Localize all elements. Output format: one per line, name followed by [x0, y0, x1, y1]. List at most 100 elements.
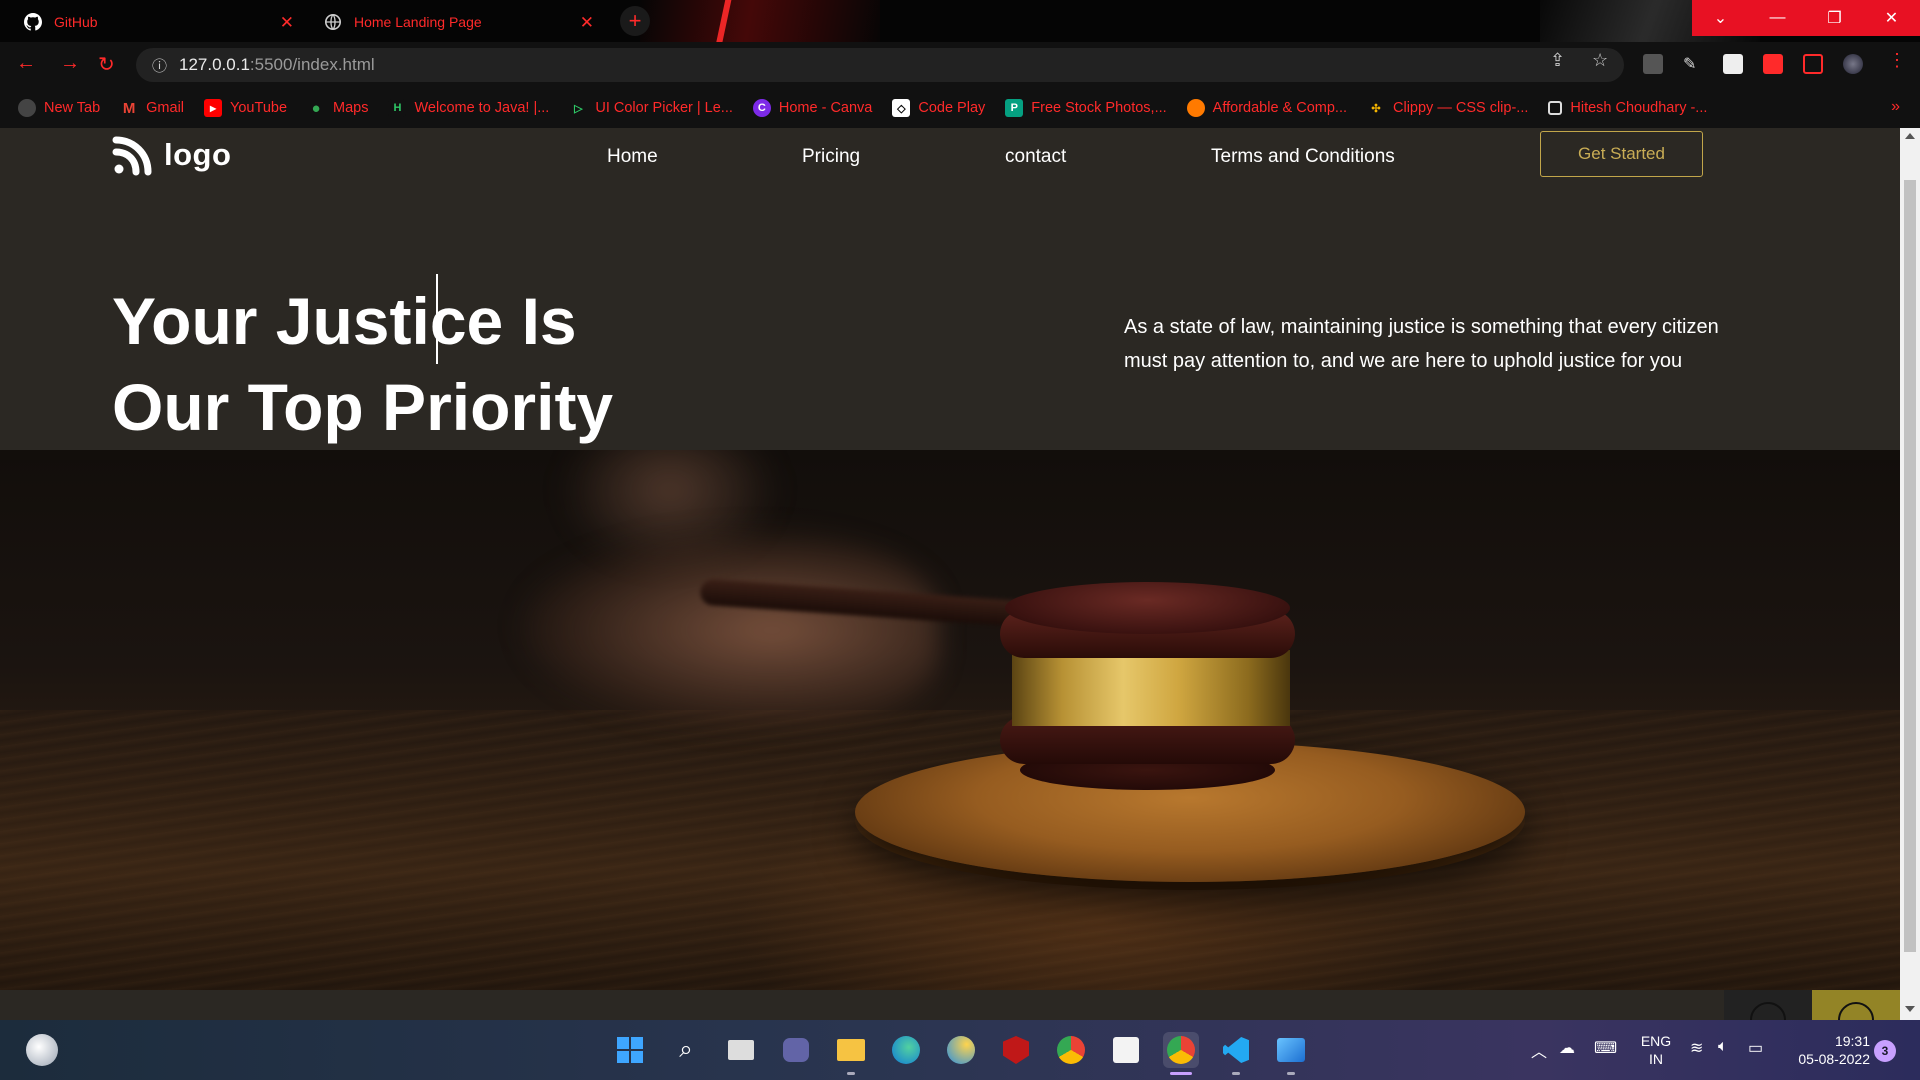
- rss-logo-icon: [112, 136, 152, 176]
- forward-icon[interactable]: →: [60, 52, 80, 75]
- nav-link-contact[interactable]: contact: [1005, 146, 1066, 168]
- chrome-active-icon[interactable]: [1163, 1032, 1199, 1068]
- chevron-up-icon[interactable]: ︿: [1531, 1038, 1547, 1062]
- minimize-button[interactable]: —: [1749, 0, 1806, 36]
- address-bar[interactable]: ⓘ 127.0.0.1:5500/index.html: [136, 48, 1624, 82]
- nav-link-terms[interactable]: Terms and Conditions: [1211, 146, 1395, 168]
- color-picker-icon: ▷: [574, 102, 583, 115]
- restore-icon: ❐: [1827, 10, 1842, 27]
- gavel-brass-band: [1012, 650, 1290, 726]
- notification-badge[interactable]: 3: [1874, 1040, 1896, 1062]
- nav-link-home[interactable]: Home: [607, 146, 658, 168]
- bookmark-label: Maps: [333, 100, 369, 116]
- clock-time: 19:31: [1834, 1033, 1870, 1049]
- hero-title: Your Justice Is Our Top Priority: [112, 278, 812, 450]
- nav-link-pricing[interactable]: Pricing: [802, 146, 860, 168]
- bookmark-clippy[interactable]: ✣ Clippy — CSS clip-...: [1367, 99, 1528, 117]
- hackerrank-icon: H: [388, 99, 407, 117]
- edge-icon[interactable]: [888, 1032, 924, 1068]
- bookmark-canva[interactable]: C Home - Canva: [752, 99, 872, 117]
- vscode-icon[interactable]: [1218, 1032, 1254, 1068]
- plus-icon: +: [628, 8, 642, 33]
- eyedropper-icon[interactable]: ✎: [1683, 54, 1703, 74]
- bookmark-label: Welcome to Java! |...: [414, 100, 550, 116]
- photos-icon[interactable]: [1273, 1032, 1309, 1068]
- page-scrollbar[interactable]: [1900, 128, 1920, 1020]
- reload-icon[interactable]: ↻: [98, 52, 115, 77]
- start-button[interactable]: [612, 1032, 648, 1068]
- menu-icon[interactable]: ⋮: [1888, 50, 1906, 71]
- bookmark-code-play[interactable]: ◇ Code Play: [892, 99, 985, 117]
- restore-button[interactable]: ❐: [1806, 0, 1863, 36]
- scrollbar-thumb[interactable]: [1904, 180, 1916, 952]
- canva-icon: C: [752, 99, 771, 117]
- language-indicator[interactable]: ENG IN: [1636, 1032, 1676, 1068]
- volume-icon[interactable]: 🔈︎: [1718, 1038, 1728, 1056]
- info-icon[interactable]: ⓘ: [152, 55, 167, 76]
- search-icon[interactable]: ⌕: [668, 1032, 704, 1068]
- bookmark-label: UI Color Picker | Le...: [595, 100, 733, 116]
- minimize-icon: —: [1769, 9, 1786, 26]
- windows-logo-icon: [617, 1037, 643, 1063]
- store-icon[interactable]: [1108, 1032, 1144, 1068]
- hero-description: As a state of law, maintaining justice i…: [1124, 316, 1719, 372]
- close-icon: ✕: [1884, 10, 1899, 27]
- bookmark-youtube[interactable]: ▶ YouTube: [204, 99, 287, 117]
- site-navbar: logo Home Pricing contact Terms and Cond…: [0, 128, 1900, 208]
- battery-icon[interactable]: ▭: [1748, 1038, 1763, 1058]
- site-logo[interactable]: logo: [112, 134, 231, 176]
- file-explorer-icon[interactable]: [833, 1032, 869, 1068]
- close-tab-icon[interactable]: ✕: [580, 13, 594, 33]
- bookmark-stock-photos[interactable]: P Free Stock Photos,...: [1005, 99, 1167, 117]
- tab-search-button[interactable]: ⌄: [1692, 0, 1749, 36]
- windows-taskbar: ⌕ ︿ ☁ ⌨ ENG IN ≋ 🔈︎ ▭ 19:31 05-08-2022 3: [0, 1020, 1920, 1080]
- close-window-button[interactable]: ✕: [1863, 0, 1920, 36]
- close-tab-icon[interactable]: ✕: [280, 13, 294, 33]
- bookmarks-bar: New Tab M Gmail ▶ YouTube ● Maps H Welcome t…: [0, 88, 1920, 128]
- bookmark-hosting[interactable]: Affordable & Comp...: [1186, 99, 1348, 117]
- get-started-button[interactable]: Get Started: [1540, 131, 1703, 177]
- chat-icon[interactable]: [778, 1032, 814, 1068]
- circle-icon: [1750, 1002, 1786, 1020]
- clock[interactable]: 19:31 05-08-2022: [1780, 1032, 1870, 1068]
- globe-icon: [18, 99, 36, 117]
- task-view-icon[interactable]: [723, 1032, 759, 1068]
- weather-widget-icon[interactable]: [26, 1034, 58, 1066]
- bookmark-gmail[interactable]: M Gmail: [120, 99, 184, 117]
- gavel-head: [1005, 582, 1290, 634]
- bookmark-label: Hitesh Choudhary -...: [1570, 100, 1708, 116]
- share-icon[interactable]: ⇪: [1550, 50, 1565, 71]
- scroll-down-icon[interactable]: [1905, 1006, 1915, 1012]
- back-icon[interactable]: ←: [16, 52, 36, 75]
- new-tab-button[interactable]: +: [620, 6, 650, 36]
- extension-icon[interactable]: [1723, 54, 1743, 74]
- mcafee-icon[interactable]: [998, 1032, 1034, 1068]
- wallpaper-streak: [640, 0, 880, 42]
- scroll-up-icon[interactable]: [1905, 133, 1915, 139]
- bookmark-color-picker[interactable]: ▷ UI Color Picker | Le...: [569, 99, 733, 117]
- hosting-icon: [1186, 99, 1205, 117]
- more-bookmarks-icon[interactable]: »: [1891, 98, 1900, 116]
- bookmark-new-tab[interactable]: New Tab: [18, 99, 100, 117]
- edge-beta-icon[interactable]: [943, 1032, 979, 1068]
- bookmark-hitesh[interactable]: Hitesh Choudhary -...: [1548, 100, 1707, 116]
- sidebar-icon[interactable]: [1803, 54, 1823, 74]
- bookmark-maps[interactable]: ● Maps: [307, 99, 368, 117]
- keyboard-icon[interactable]: ⌨: [1594, 1038, 1617, 1058]
- bookmark-star-icon[interactable]: ☆: [1592, 50, 1608, 71]
- bookmark-label: Affordable & Comp...: [1212, 100, 1348, 116]
- wifi-icon[interactable]: ≋: [1690, 1038, 1703, 1058]
- codepen-icon: ◇: [892, 99, 911, 117]
- puzzle-icon[interactable]: [1763, 54, 1783, 74]
- chrome-icon[interactable]: [1053, 1032, 1089, 1068]
- github-icon: [24, 13, 42, 31]
- onedrive-cloud-icon[interactable]: ☁: [1559, 1038, 1575, 1058]
- bookmark-java[interactable]: H Welcome to Java! |...: [388, 99, 549, 117]
- tab-title: Home Landing Page: [354, 14, 482, 30]
- avatar[interactable]: [1843, 54, 1863, 74]
- url-path: :5500/index.html: [249, 55, 375, 74]
- tab-home-landing-page[interactable]: Home Landing Page ✕: [310, 4, 606, 40]
- language-label: ENG: [1640, 1033, 1672, 1049]
- tab-github[interactable]: GitHub ✕: [10, 4, 306, 40]
- extension-icon[interactable]: [1643, 54, 1663, 74]
